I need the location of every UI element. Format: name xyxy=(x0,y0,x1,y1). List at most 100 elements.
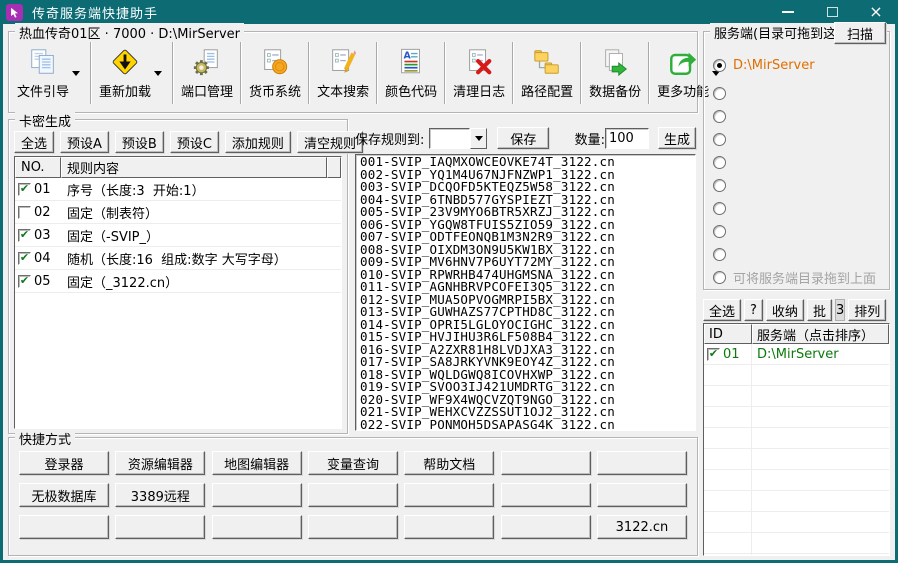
minimize-button[interactable] xyxy=(766,0,810,24)
rule-row[interactable]: ✔ 05 固定（_3122.cn） xyxy=(15,270,341,293)
rule-row[interactable]: ✔ 01 序号（长度:3 开始:1） xyxy=(15,178,341,201)
toolbar-separator xyxy=(580,42,582,104)
shortcut-button[interactable]: 3122.cn xyxy=(597,515,687,539)
toolbar-button-path-config[interactable]: 路径配置 xyxy=(517,40,577,106)
shortcut-button[interactable] xyxy=(212,483,302,507)
cardgen-button[interactable]: 添加规则 xyxy=(225,131,291,153)
shortcut-button[interactable] xyxy=(501,451,591,475)
radio-icon[interactable] xyxy=(713,133,726,146)
minimize-icon xyxy=(782,11,794,13)
shortcut-button[interactable] xyxy=(501,483,591,507)
server-list-button[interactable]: 3 xyxy=(835,299,845,321)
cardgen-button[interactable]: 预设B xyxy=(115,131,164,153)
radio-icon[interactable] xyxy=(713,179,726,192)
chevron-down-icon[interactable] xyxy=(69,71,83,76)
quantity-input[interactable] xyxy=(605,128,649,149)
save-button[interactable]: 保存 xyxy=(497,127,549,149)
radio-selected-icon[interactable] xyxy=(713,59,726,72)
toolbar-button-reload[interactable]: 重新加载 xyxy=(95,40,169,106)
shortcut-button[interactable]: 地图编辑器 xyxy=(212,451,302,475)
shortcut-button[interactable] xyxy=(501,515,591,539)
rule-checkbox[interactable]: ✔ xyxy=(18,252,31,265)
server-radio-slot[interactable] xyxy=(713,243,889,266)
shortcut-button[interactable] xyxy=(597,451,687,475)
toolbar-separator xyxy=(172,42,174,104)
shortcut-button[interactable] xyxy=(115,515,205,539)
server-radio-slot[interactable] xyxy=(713,128,889,151)
generated-codes-list[interactable]: 001-SVIP_IAQMXOWCEOVKE74T_3122.cn002-SVI… xyxy=(355,154,696,431)
scan-button[interactable]: 扫描 xyxy=(834,22,886,44)
server-radio-slot[interactable] xyxy=(713,151,889,174)
shortcut-button[interactable]: 帮助文档 xyxy=(404,451,494,475)
server-list-button[interactable]: 批 xyxy=(807,299,832,321)
server-list-button[interactable]: ? xyxy=(744,299,763,321)
shortcut-button[interactable]: 无极数据库 xyxy=(19,483,109,507)
toolbar-button-text-search[interactable]: 文本搜索 xyxy=(313,40,373,106)
chevron-down-icon[interactable] xyxy=(151,71,165,76)
generate-button[interactable]: 生成 xyxy=(658,127,696,149)
server-col-path[interactable]: 服务端（点击排序） xyxy=(752,324,889,344)
server-list-button[interactable]: 排列 xyxy=(848,299,886,321)
shortcut-button[interactable] xyxy=(404,515,494,539)
toolbar-button-clean-log[interactable]: 清理日志 xyxy=(449,40,509,106)
shortcut-button[interactable]: 3389远程 xyxy=(115,483,205,507)
shortcut-button[interactable] xyxy=(19,515,109,539)
shortcut-button[interactable]: 登录器 xyxy=(19,451,109,475)
toolbar-button-data-backup[interactable]: 数据备份 xyxy=(585,40,645,106)
window-title: 传奇服务端快捷助手 xyxy=(32,3,158,22)
shortcut-button[interactable] xyxy=(212,515,302,539)
server-radio-slot[interactable] xyxy=(713,105,889,128)
toolbar-button-currency[interactable]: 货币系统 xyxy=(245,40,305,106)
server-radio-slot[interactable] xyxy=(713,82,889,105)
cardgen-button[interactable]: 全选 xyxy=(14,131,54,153)
rule-row[interactable]: ✔ 03 固定（-SVIP_） xyxy=(15,224,341,247)
radio-icon[interactable] xyxy=(713,225,726,238)
shortcut-button[interactable]: 变量查询 xyxy=(308,451,398,475)
server-radio-slot[interactable] xyxy=(713,197,889,220)
radio-icon[interactable] xyxy=(713,110,726,123)
close-button[interactable]: × xyxy=(854,0,898,24)
cardgen-button[interactable]: 清空规则 xyxy=(297,131,363,153)
server-list-button[interactable]: 全选 xyxy=(703,299,741,321)
server-row-checkbox[interactable]: ✔ xyxy=(707,348,720,361)
shortcut-button[interactable] xyxy=(404,483,494,507)
shortcut-button[interactable] xyxy=(308,483,398,507)
save-target-dropdown[interactable] xyxy=(429,128,487,149)
dropdown-button[interactable] xyxy=(470,128,487,149)
rule-checkbox[interactable]: ✔ xyxy=(18,229,31,242)
shortcut-button[interactable]: 资源编辑器 xyxy=(115,451,205,475)
server-radio-slot[interactable] xyxy=(713,220,889,243)
shortcut-button[interactable] xyxy=(597,483,687,507)
rule-checkbox[interactable]: ✔ xyxy=(18,183,31,196)
rule-checkbox[interactable] xyxy=(18,206,31,219)
rule-table[interactable]: NO. 规则内容 ✔ 01 序号（长度:3 开始:1） xyxy=(14,156,342,429)
rule-row[interactable]: ✔ 04 随机（长度:16 组成:数字 大写字母） xyxy=(15,247,341,270)
server-radio-slot[interactable] xyxy=(713,174,889,197)
maximize-button[interactable] xyxy=(810,0,854,24)
toolbar-separator xyxy=(240,42,242,104)
toolbar-button-port-manage[interactable]: 端口管理 xyxy=(177,40,237,106)
radio-icon[interactable] xyxy=(713,248,726,261)
radio-icon[interactable] xyxy=(713,87,726,100)
radio-icon[interactable] xyxy=(713,202,726,215)
close-icon: × xyxy=(869,4,882,20)
server-radio-selected[interactable]: D:\MirServer xyxy=(713,54,889,77)
rule-col-content[interactable]: 规则内容 xyxy=(61,157,327,178)
cardgen-button[interactable]: 预设C xyxy=(170,131,219,153)
toolbar-button-file-guide[interactable]: 文件引导 xyxy=(13,40,87,106)
server-col-id[interactable]: ID xyxy=(704,324,752,344)
rule-col-no[interactable]: NO. xyxy=(15,157,61,178)
rule-checkbox[interactable]: ✔ xyxy=(18,275,31,288)
server-table[interactable]: ID 服务端（点击排序） ✔ 01 D:\MirServer xyxy=(703,323,890,556)
rule-row[interactable]: 02 固定（制表符） xyxy=(15,201,341,224)
toolbar-button-color-code[interactable]: A颜色代码 xyxy=(381,40,441,106)
shortcut-button[interactable] xyxy=(308,515,398,539)
server-rows: ✔ 01 D:\MirServer xyxy=(704,344,889,365)
cardgen-button[interactable]: 预设A xyxy=(60,131,109,153)
toolbar-button-label: 文本搜索 xyxy=(317,81,369,100)
server-list-button[interactable]: 收纳 xyxy=(766,299,804,321)
radio-icon[interactable] xyxy=(713,156,726,169)
server-row[interactable]: ✔ 01 D:\MirServer xyxy=(704,344,889,365)
rule-content: 固定（_3122.cn） xyxy=(61,272,341,291)
titlebar[interactable]: 传奇服务端快捷助手 × xyxy=(0,0,898,24)
